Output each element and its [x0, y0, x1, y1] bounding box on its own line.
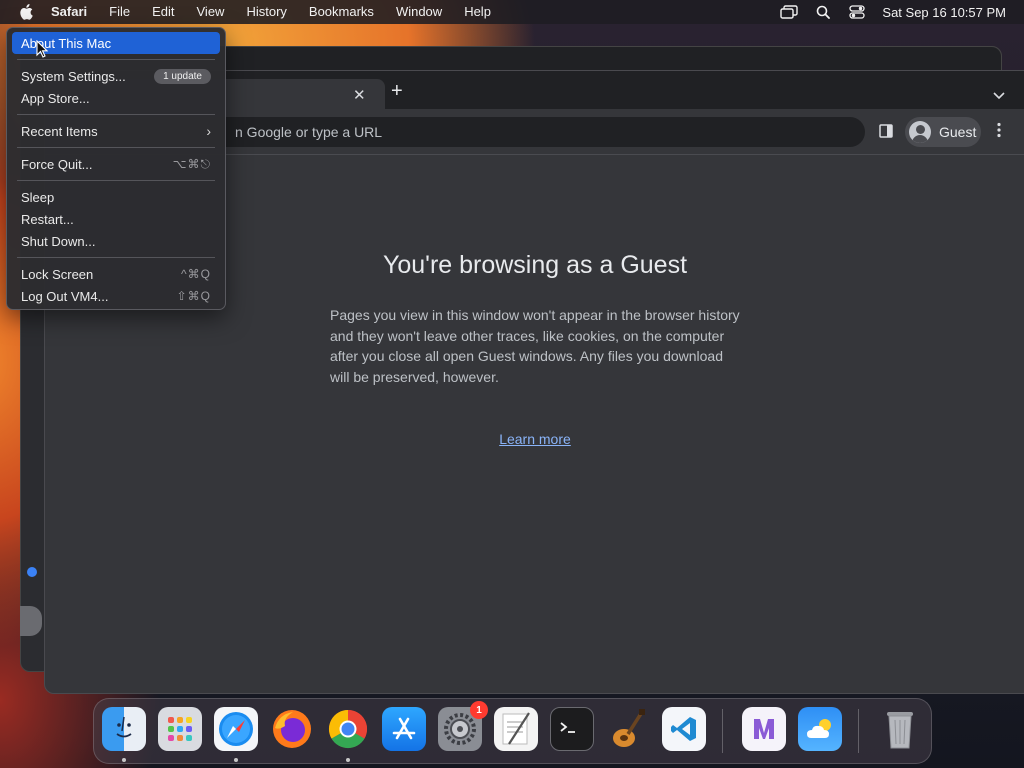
menu-app-name[interactable]: Safari [40, 0, 98, 24]
firefox-icon[interactable] [270, 707, 314, 751]
dock-separator [722, 709, 723, 753]
menu-edit[interactable]: Edit [141, 0, 185, 24]
background-window-control [20, 606, 42, 636]
log-out-label: Log Out VM4... [21, 288, 109, 304]
about-label: About This Mac [21, 35, 112, 51]
screen-mirroring-icon[interactable] [772, 0, 806, 24]
menu-file[interactable]: File [98, 0, 141, 24]
garageband-icon[interactable] [606, 707, 650, 751]
side-panel-icon[interactable] [879, 124, 893, 138]
recent-items-label: Recent Items [21, 123, 98, 139]
menu-item-log-out[interactable]: Log Out VM4... ⇧⌘Q [12, 285, 220, 307]
tab-close-icon[interactable]: ✕ [353, 86, 366, 104]
notification-badge: 1 [470, 701, 488, 719]
control-center-icon[interactable] [840, 0, 874, 24]
menu-item-shut-down[interactable]: Shut Down... [12, 230, 220, 252]
chrome-icon[interactable] [326, 707, 370, 751]
profile-label: Guest [939, 124, 977, 140]
guest-description: Pages you view in this window won't appe… [330, 307, 740, 385]
menu-item-lock-screen[interactable]: Lock Screen ^⌘Q [12, 263, 220, 285]
menubar-clock[interactable]: Sat Sep 16 10:57 PM [874, 5, 1024, 20]
system-settings-icon[interactable]: 1 [438, 701, 488, 751]
spotlight-search-icon[interactable] [806, 0, 840, 24]
menu-separator [17, 147, 215, 148]
status-area: Sat Sep 16 10:57 PM [772, 0, 1024, 24]
menu-separator [17, 180, 215, 181]
menu-item-restart[interactable]: Restart... [12, 208, 220, 230]
safari-icon[interactable] [214, 707, 258, 751]
more-menu-icon[interactable] [997, 122, 1001, 143]
menu-window[interactable]: Window [385, 0, 453, 24]
blue-indicator-dot [27, 567, 37, 577]
visual-studio-icon[interactable] [742, 707, 786, 751]
profile-button[interactable]: Guest [905, 117, 981, 147]
menu-history[interactable]: History [235, 0, 297, 24]
finder-icon[interactable] [102, 707, 146, 751]
menu-bar: Safari File Edit View History Bookmarks … [0, 0, 1024, 24]
restart-label: Restart... [21, 211, 74, 227]
menu-item-system-settings[interactable]: System Settings... 1 update [12, 65, 220, 87]
update-badge: 1 update [154, 68, 211, 84]
weather-icon[interactable] [798, 707, 842, 751]
menu-separator [17, 257, 215, 258]
running-indicator [122, 758, 126, 762]
learn-more-link[interactable]: Learn more [45, 431, 1024, 447]
lock-screen-shortcut: ^⌘Q [181, 267, 211, 281]
app-store-icon[interactable] [382, 707, 426, 751]
submenu-chevron-icon: › [206, 123, 211, 139]
menu-item-recent-items[interactable]: Recent Items › [12, 120, 220, 142]
menu-view[interactable]: View [186, 0, 236, 24]
app-store-label: App Store... [21, 90, 90, 106]
launchpad-icon[interactable] [158, 707, 202, 751]
force-quit-label: Force Quit... [21, 156, 93, 172]
system-settings-label: System Settings... [21, 68, 126, 84]
dock: 1 [93, 698, 932, 764]
dock-separator [858, 709, 859, 753]
guest-avatar-icon [909, 121, 931, 143]
terminal-icon[interactable] [550, 707, 594, 751]
apple-menu-dropdown: About This Mac System Settings... 1 upda… [6, 27, 226, 310]
vscode-icon[interactable] [662, 707, 706, 751]
running-indicator [346, 758, 350, 762]
tab-search-chevron-icon[interactable] [993, 87, 1005, 105]
shut-down-label: Shut Down... [21, 233, 96, 249]
apple-menu-icon[interactable] [12, 0, 40, 24]
running-indicator [234, 758, 238, 762]
menu-item-sleep[interactable]: Sleep [12, 186, 220, 208]
textedit-icon[interactable] [494, 707, 538, 751]
menu-item-app-store[interactable]: App Store... [12, 87, 220, 109]
trash-icon[interactable] [878, 707, 922, 751]
menu-bookmarks[interactable]: Bookmarks [298, 0, 385, 24]
menu-help[interactable]: Help [453, 0, 502, 24]
menu-item-force-quit[interactable]: Force Quit... ⌥⌘⎋ [12, 153, 220, 175]
sleep-label: Sleep [21, 189, 55, 205]
mouse-pointer-icon [36, 39, 49, 63]
log-out-shortcut: ⇧⌘Q [176, 289, 211, 303]
force-quit-shortcut: ⌥⌘⎋ [172, 156, 211, 171]
lock-screen-label: Lock Screen [21, 266, 94, 282]
menu-separator [17, 114, 215, 115]
new-tab-button[interactable]: + [391, 81, 403, 101]
